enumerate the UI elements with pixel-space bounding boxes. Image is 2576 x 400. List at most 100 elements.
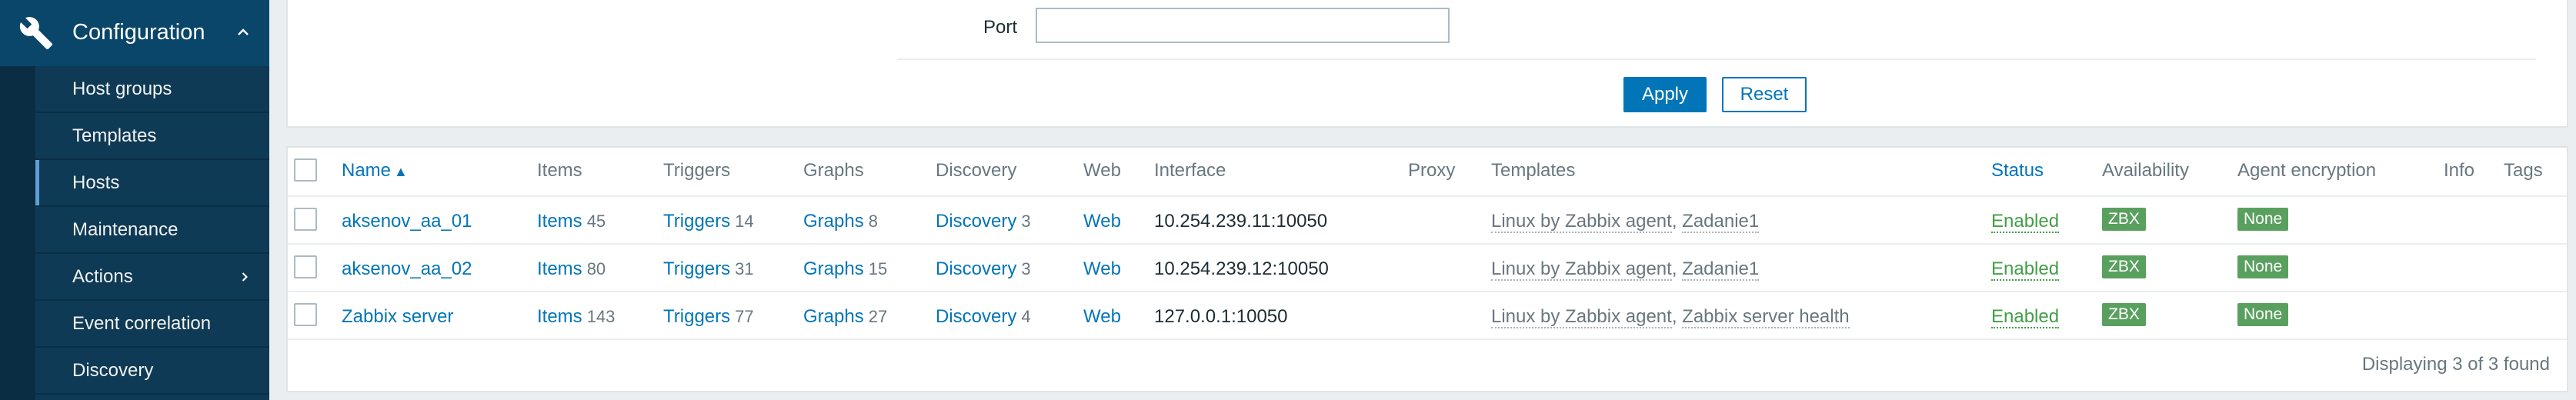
column-header-availability: Availability <box>2102 160 2189 181</box>
triggers-cell: Triggers 14 <box>663 211 754 232</box>
menu-section-configuration[interactable]: Configuration <box>0 0 269 66</box>
host-name-link[interactable]: Zabbix server <box>342 306 453 328</box>
column-header-status[interactable]: Status <box>1991 160 2044 182</box>
triggers-link[interactable]: Triggers <box>663 306 730 327</box>
template-link[interactable]: Zadanie1 <box>1682 211 1760 233</box>
status-cell: Enabled <box>1991 306 2060 328</box>
items-count: 80 <box>586 259 606 278</box>
triggers-link[interactable]: Triggers <box>663 211 730 232</box>
table-header: Name ▲ Items Triggers Graphs Discovery We… <box>288 148 2567 197</box>
template-link[interactable]: Linux by Zabbix agent <box>1491 258 1672 281</box>
status-toggle[interactable]: Enabled <box>1991 306 2060 328</box>
templates-cell: Linux by Zabbix agent, Zabbix server hea… <box>1491 306 1850 328</box>
column-header-items: Items <box>537 160 582 181</box>
column-header-name-label: Name <box>342 160 392 181</box>
graphs-link[interactable]: Graphs <box>803 211 864 232</box>
sidebar-item-maintenance[interactable]: Maintenance <box>35 207 269 254</box>
items-link[interactable]: Items <box>537 211 582 232</box>
web-link[interactable]: Web <box>1083 211 1121 232</box>
items-link[interactable]: Items <box>537 306 582 327</box>
triggers-count: 77 <box>735 307 754 326</box>
column-header-discovery: Discovery <box>936 160 1017 181</box>
items-cell: Items 45 <box>537 211 606 232</box>
apply-button[interactable]: Apply <box>1623 77 1707 112</box>
templates-cell: Linux by Zabbix agent, Zadanie1 <box>1491 258 1760 281</box>
column-header-agent-encryption: Agent encryption <box>2237 160 2377 181</box>
sidebar-item-templates[interactable]: Templates <box>35 113 269 160</box>
select-all-checkbox[interactable] <box>294 158 317 182</box>
sidebar-item-discovery[interactable]: Discovery <box>35 348 269 395</box>
items-link[interactable]: Items <box>537 258 582 279</box>
sidebar-item-label: Host groups <box>72 78 172 99</box>
row-checkbox[interactable] <box>294 303 317 326</box>
availability-badge: ZBX <box>2102 208 2146 231</box>
sidebar-item-actions[interactable]: Actions <box>35 254 269 301</box>
web-link[interactable]: Web <box>1083 306 1121 328</box>
web-link[interactable]: Web <box>1083 258 1121 280</box>
sidebar-item-hosts[interactable]: Hosts <box>35 160 269 207</box>
discovery-link[interactable]: Discovery <box>936 258 1016 279</box>
sidebar-item-label: Discovery <box>72 360 154 381</box>
sidebar-item-host-groups[interactable]: Host groups <box>35 66 269 113</box>
template-link[interactable]: Linux by Zabbix agent <box>1491 306 1672 328</box>
graphs-count: 8 <box>868 212 878 231</box>
encryption-badge: None <box>2237 255 2289 278</box>
triggers-count: 14 <box>735 212 754 231</box>
sort-ascending-icon: ▲ <box>394 164 408 179</box>
discovery-link[interactable]: Discovery <box>936 211 1016 232</box>
discovery-link[interactable]: Discovery <box>936 306 1016 327</box>
interface-value: 10.254.239.11:10050 <box>1154 211 1328 232</box>
graphs-link[interactable]: Graphs <box>803 306 864 327</box>
hosts-table: Name ▲ Items Triggers Graphs Discovery We… <box>286 146 2568 392</box>
chevron-right-icon <box>242 272 248 282</box>
template-link[interactable]: Linux by Zabbix agent <box>1491 211 1672 233</box>
row-checkbox[interactable] <box>294 208 317 231</box>
status-toggle[interactable]: Enabled <box>1991 211 2060 233</box>
discovery-cell: Discovery 3 <box>936 211 1031 232</box>
encryption-badge: None <box>2237 208 2289 231</box>
graphs-link[interactable]: Graphs <box>803 258 864 279</box>
column-header-tags: Tags <box>2504 160 2543 181</box>
encryption-badge: None <box>2237 303 2289 326</box>
discovery-cell: Discovery 3 <box>936 258 1031 280</box>
menu-section-title: Configuration <box>72 20 205 45</box>
interface-value: 127.0.0.1:10050 <box>1154 306 1288 327</box>
wrench-icon <box>19 17 53 50</box>
items-count: 143 <box>586 307 616 326</box>
column-header-name[interactable]: Name ▲ <box>342 160 408 182</box>
triggers-cell: Triggers 31 <box>663 258 754 280</box>
filter-divider <box>897 58 2536 60</box>
graphs-cell: Graphs 8 <box>803 211 878 232</box>
filter-panel: Port Apply Reset <box>286 0 2568 128</box>
triggers-count: 31 <box>735 259 754 278</box>
chevron-up-icon <box>238 28 249 35</box>
table-footer-count: Displaying 3 of 3 found <box>2361 354 2550 375</box>
sidebar-item-label: Templates <box>72 125 157 146</box>
templates-cell: Linux by Zabbix agent, Zadanie1 <box>1491 211 1760 233</box>
template-link[interactable]: Zadanie1 <box>1682 258 1760 281</box>
reset-button[interactable]: Reset <box>1722 77 1807 112</box>
template-link[interactable]: Zabbix server health <box>1682 306 1850 328</box>
graphs-cell: Graphs 15 <box>803 258 887 280</box>
column-header-info: Info <box>2444 160 2475 181</box>
discovery-count: 3 <box>1021 212 1031 231</box>
sidebar-item-label: Hosts <box>72 172 120 193</box>
availability-badge: ZBX <box>2102 303 2146 326</box>
discovery-count: 3 <box>1021 259 1031 278</box>
items-cell: Items 143 <box>537 306 615 328</box>
column-header-proxy: Proxy <box>1408 160 1456 181</box>
graphs-count: 27 <box>868 307 888 326</box>
status-cell: Enabled <box>1991 258 2060 281</box>
discovery-count: 4 <box>1021 307 1031 326</box>
column-header-interface: Interface <box>1154 160 1226 181</box>
row-checkbox[interactable] <box>294 255 317 278</box>
host-name-link[interactable]: aksenov_aa_01 <box>342 211 472 232</box>
submenu: Host groups Templates Hosts Maintenance … <box>35 66 269 400</box>
port-input[interactable] <box>1036 8 1450 43</box>
sidebar-item-event-correlation[interactable]: Event correlation <box>35 301 269 348</box>
sidebar-strip <box>0 66 35 400</box>
status-toggle[interactable]: Enabled <box>1991 258 2060 281</box>
column-header-web: Web <box>1083 160 1121 181</box>
triggers-link[interactable]: Triggers <box>663 258 730 279</box>
host-name-link[interactable]: aksenov_aa_02 <box>342 258 472 280</box>
